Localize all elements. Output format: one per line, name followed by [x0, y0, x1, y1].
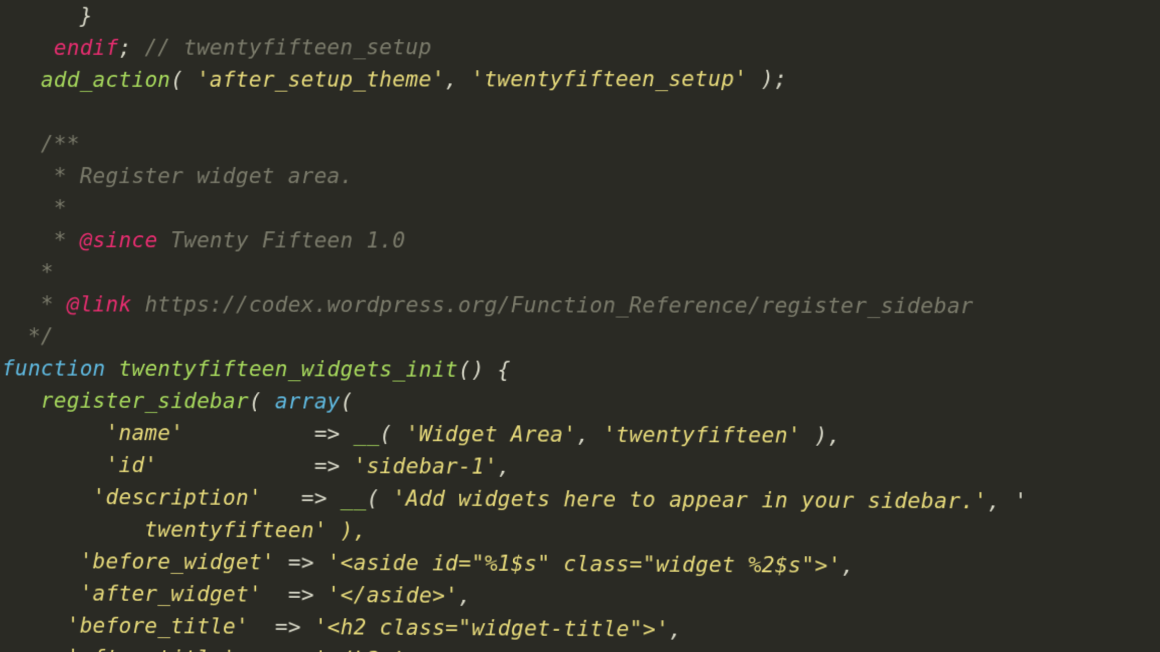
docblock: * [2, 196, 67, 220]
fn-widgets-init: twentyfifteen_widgets_init [119, 357, 458, 382]
code-line: endif; // twentyfifteen_setup [2, 35, 432, 60]
code-line: add_action( 'after_setup_theme', 'twenty… [2, 67, 787, 92]
code-editor[interactable]: } endif; // twentyfifteen_setup add_acti… [0, 0, 1160, 652]
doctag-link: @link [67, 292, 132, 316]
fn-add-action: add_action [41, 68, 171, 92]
brace: } [2, 4, 93, 28]
keyword-endif: endif [54, 36, 119, 60]
comment-line: */ [2, 324, 54, 348]
docblock: * Register widget area. [2, 164, 353, 188]
key-id: 'id' [2, 453, 158, 478]
key-after-widget: 'after_widget' [2, 581, 262, 607]
string: 'twentyfifteen_setup' [471, 67, 748, 92]
code-line: 'before_title' => '<h2 class="widget-tit… [2, 613, 683, 642]
string: '</aside>' [327, 583, 458, 608]
string: '<aside id="%1$s" class="widget %2$s">' [327, 551, 841, 578]
string: 'Add widgets here to appear in your side… [393, 486, 988, 513]
comment-line: * [2, 260, 54, 284]
key-before-widget: 'before_widget' [2, 549, 275, 575]
string: 'twentyfifteen' [603, 423, 801, 448]
key-name: 'name' [2, 420, 184, 445]
comment-line: /** [2, 132, 80, 156]
docblock: /** [2, 132, 80, 156]
fn-translate: __ [353, 422, 379, 446]
comment-line: * [2, 196, 67, 220]
code-line: 'after_widget' => '</aside>', [2, 581, 472, 608]
code-line: 'description' => __( 'Add widgets here t… [2, 485, 1028, 514]
string: '</h2>' [314, 647, 406, 652]
comment-line: * Register widget area. [2, 164, 353, 188]
code-line: 'name' => __( 'Widget Area', 'twentyfift… [2, 420, 841, 447]
code-line: 'after_title' => '</h2>', [2, 645, 419, 652]
string: 'after_setup_theme' [197, 67, 445, 91]
key-description: 'description' [2, 485, 262, 510]
string-wrap: twentyfifteen' ), [2, 517, 367, 543]
comment-line: * @since Twenty Fifteen 1.0 [2, 228, 406, 252]
fn-register-sidebar: register_sidebar [41, 389, 249, 414]
code-line: 'before_widget' => '<aside id="%1$s" cla… [2, 549, 855, 578]
code-line: 'id' => 'sidebar-1', [2, 453, 511, 479]
docblock: */ [2, 324, 54, 348]
code-line: twentyfifteen' ), [2, 517, 367, 543]
fn-array: array [275, 389, 340, 413]
comment-line: * @link https://codex.wordpress.org/Func… [2, 292, 974, 318]
code-line: function twentyfifteen_widgets_init() { [2, 356, 511, 382]
docblock: * [2, 260, 54, 284]
fn-translate: __ [340, 486, 366, 510]
key-after-title: 'after_title' [2, 645, 236, 652]
code-line: } [2, 4, 93, 28]
key-before-title: 'before_title' [2, 613, 249, 639]
string: 'sidebar-1' [353, 454, 497, 479]
comment: // twentyfifteen_setup [145, 35, 432, 60]
string: 'Widget Area' [406, 422, 577, 447]
keyword-function: function [2, 356, 106, 380]
doctag-since: @since [80, 228, 158, 252]
string: '<h2 class="widget-title">' [314, 615, 669, 642]
code-line: register_sidebar( array( [2, 388, 353, 413]
